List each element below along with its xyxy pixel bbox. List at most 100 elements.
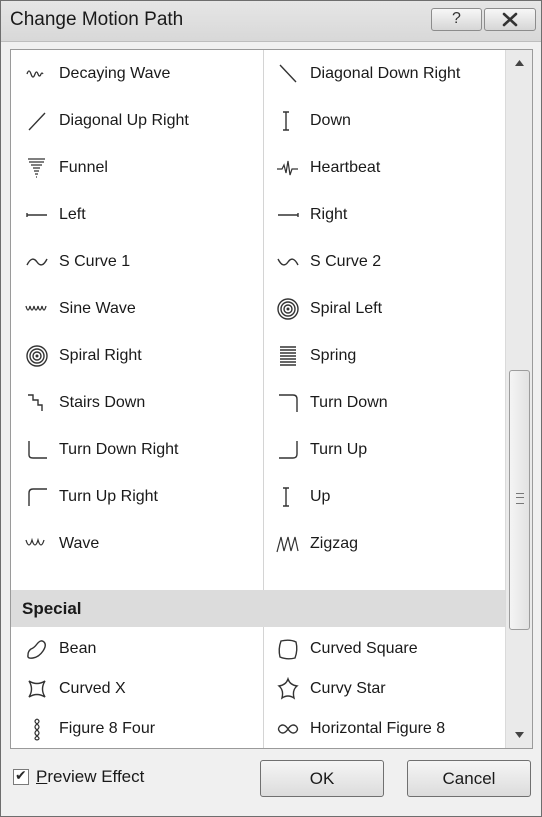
spiral-right-icon <box>25 344 51 368</box>
motion-path-label: Left <box>59 206 86 223</box>
motion-path-option[interactable]: Spring <box>264 336 516 376</box>
motion-path-option[interactable]: Spiral Left <box>264 289 516 329</box>
motion-path-label: Turn Down Right <box>59 441 179 458</box>
motion-path-option[interactable]: Curved Square <box>264 629 516 669</box>
preview-effect-label[interactable]: Preview Effect <box>36 767 144 787</box>
preview-effect-checkbox[interactable]: ✔ <box>13 767 29 785</box>
scroll-thumb[interactable] <box>509 370 530 630</box>
motion-path-label: Figure 8 Four <box>59 720 156 737</box>
motion-path-list[interactable]: Decaying Wave Diagonal Up Right Funnel Left… <box>10 49 533 749</box>
motion-path-option[interactable]: Sine Wave <box>11 289 265 329</box>
motion-path-option[interactable]: Wave <box>11 524 265 564</box>
motion-path-label: Zigzag <box>310 535 359 552</box>
motion-path-option[interactable]: Turn Down Right <box>11 430 265 470</box>
motion-path-label: Curved Square <box>310 640 418 657</box>
motion-path-label: Wave <box>59 535 100 552</box>
motion-path-label: Heartbeat <box>310 159 381 176</box>
change-motion-path-dialog: Change Motion Path ? Decaying Wave Diagon… <box>0 0 542 817</box>
motion-path-label: Right <box>310 206 348 223</box>
motion-path-option[interactable]: Stairs Down <box>11 383 265 423</box>
motion-path-option[interactable]: S Curve 2 <box>264 242 516 282</box>
help-icon: ? <box>452 10 461 27</box>
motion-path-option[interactable]: Decaying Wave <box>11 54 265 94</box>
bean-icon <box>25 637 51 661</box>
motion-path-label: Funnel <box>59 159 108 176</box>
motion-path-option[interactable]: Turn Up Right <box>11 477 265 517</box>
left-icon <box>25 203 51 227</box>
title-bar[interactable]: Change Motion Path ? <box>1 1 541 42</box>
motion-path-label: Curved X <box>59 680 126 697</box>
motion-path-label: Diagonal Down Right <box>310 65 461 82</box>
motion-path-option[interactable]: Heartbeat <box>264 148 516 188</box>
motion-path-label: Diagonal Up Right <box>59 112 189 129</box>
motion-path-option[interactable]: Funnel <box>11 148 265 188</box>
motion-path-label: Turn Down <box>310 394 388 411</box>
motion-path-option[interactable]: Zigzag <box>264 524 516 564</box>
zigzag-icon <box>276 532 302 556</box>
heartbeat-icon <box>276 156 302 180</box>
vertical-scrollbar[interactable] <box>505 50 532 748</box>
motion-path-label: Stairs Down <box>59 394 146 411</box>
motion-path-option[interactable]: Down <box>264 101 516 141</box>
motion-path-label: Turn Up Right <box>59 488 158 505</box>
motion-path-option[interactable]: Spiral Right <box>11 336 265 376</box>
checkmark-icon: ✔ <box>15 767 27 783</box>
motion-path-option[interactable]: Turn Up <box>264 430 516 470</box>
curvy-star-icon <box>276 677 302 701</box>
motion-path-option[interactable]: S Curve 1 <box>11 242 265 282</box>
turn-down-icon <box>276 391 302 415</box>
curved-x-icon <box>25 677 51 701</box>
horizontal-figure-8-icon <box>276 717 302 741</box>
motion-path-option[interactable]: Left <box>11 195 265 235</box>
motion-path-label: Spring <box>310 347 357 364</box>
curved-square-icon <box>276 637 302 661</box>
motion-path-label: Down <box>310 112 351 129</box>
figure-8-four-icon <box>25 717 51 741</box>
motion-path-option[interactable]: Right <box>264 195 516 235</box>
motion-path-option[interactable]: Figure 8 Four <box>11 709 265 748</box>
ok-button[interactable]: OK <box>260 760 384 797</box>
motion-path-label: Bean <box>59 640 97 657</box>
motion-path-option[interactable]: Horizontal Figure 8 <box>264 709 516 748</box>
stairs-down-icon <box>25 391 51 415</box>
grip-icon <box>516 493 524 504</box>
funnel-icon <box>25 156 51 180</box>
motion-path-label: S Curve 1 <box>59 253 131 270</box>
spiral-left-icon <box>276 297 302 321</box>
motion-path-label: Horizontal Figure 8 <box>310 720 446 737</box>
motion-path-option[interactable]: Diagonal Up Right <box>11 101 265 141</box>
motion-path-label: Spiral Right <box>59 347 142 364</box>
section-label: Special <box>22 599 82 618</box>
down-icon <box>276 109 302 133</box>
dialog-title: Change Motion Path <box>10 9 184 30</box>
scroll-down-button[interactable] <box>506 722 532 748</box>
motion-path-option[interactable]: Bean <box>11 629 265 669</box>
motion-path-option[interactable]: Curved X <box>11 669 265 709</box>
cancel-button[interactable]: Cancel <box>407 760 531 797</box>
preview-effect-access-key: P <box>36 767 48 786</box>
right-icon <box>276 203 302 227</box>
motion-path-option[interactable]: Up <box>264 477 516 517</box>
s-curve-1-icon <box>25 250 51 274</box>
turn-down-right-icon <box>25 438 51 462</box>
close-icon <box>502 12 518 27</box>
close-button[interactable] <box>484 8 536 31</box>
preview-effect-label-rest: review Effect <box>47 767 145 786</box>
up-icon <box>276 485 302 509</box>
motion-path-option[interactable]: Turn Down <box>264 383 516 423</box>
decaying-wave-icon <box>25 62 51 86</box>
motion-path-label: Turn Up <box>310 441 368 458</box>
turn-up-right-icon <box>25 485 51 509</box>
diagonal-down-right-icon <box>276 62 302 86</box>
spring-icon <box>276 344 302 368</box>
motion-path-option[interactable]: Diagonal Down Right <box>264 54 516 94</box>
s-curve-2-icon <box>276 250 302 274</box>
sine-wave-icon <box>25 297 51 321</box>
arrow-up-icon <box>515 60 524 66</box>
diagonal-up-right-icon <box>25 109 51 133</box>
wave-icon <box>25 532 51 556</box>
scroll-up-button[interactable] <box>506 50 532 76</box>
help-button[interactable]: ? <box>431 8 482 31</box>
motion-path-option[interactable]: Curvy Star <box>264 669 516 709</box>
section-header-special: Special <box>11 590 505 627</box>
